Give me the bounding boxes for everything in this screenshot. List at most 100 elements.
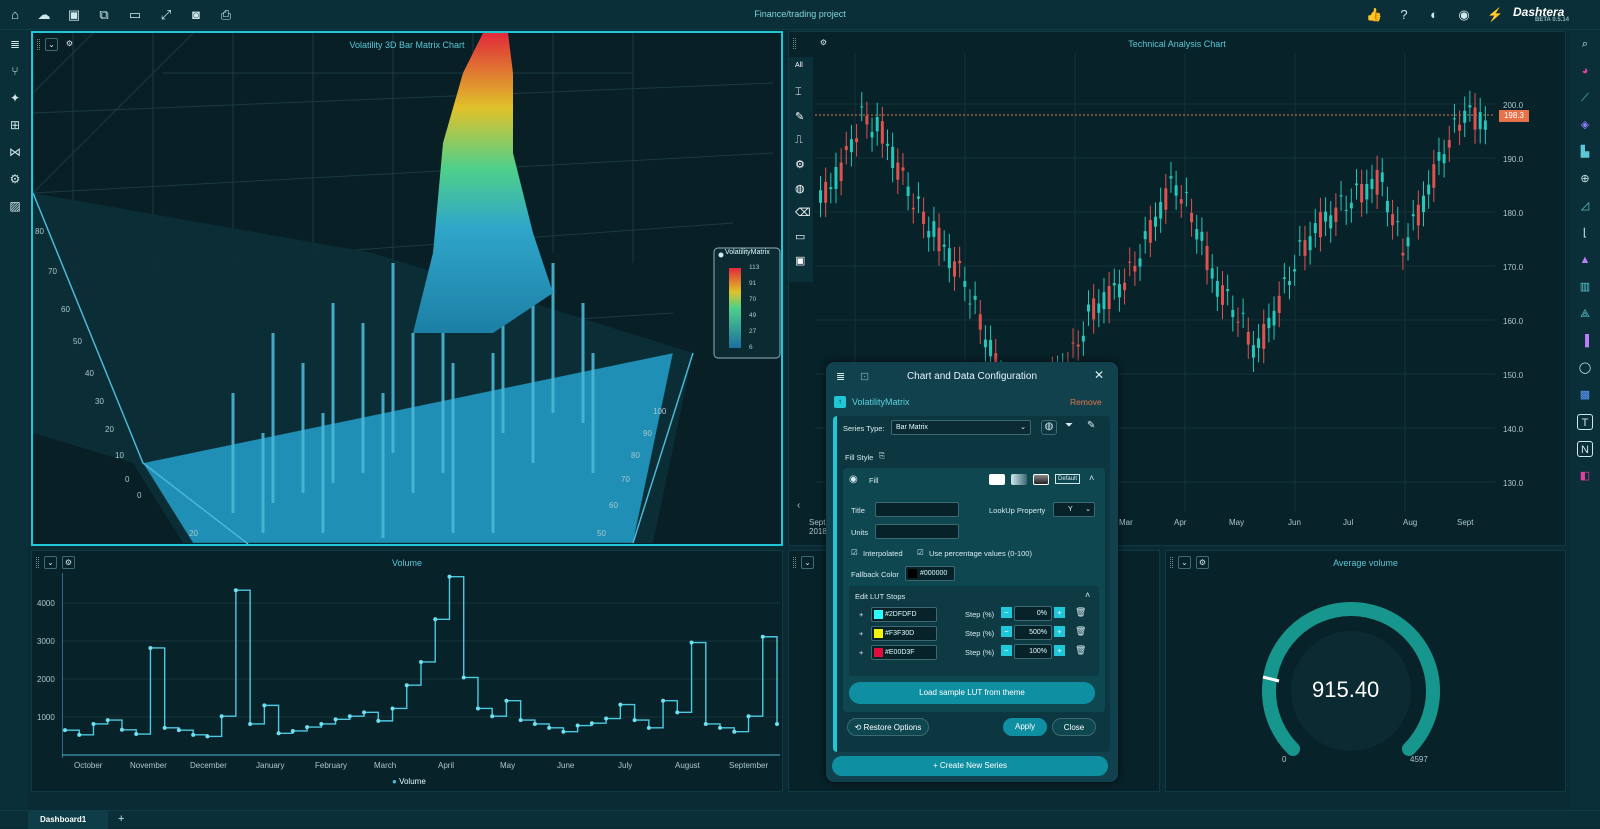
share-icon[interactable]: ⋈: [7, 144, 23, 160]
add-stop-icon[interactable]: +: [859, 610, 863, 619]
grid-globe-icon[interactable]: ⊕: [1577, 171, 1593, 187]
candlestick-tool-icon[interactable]: ⌶: [795, 86, 802, 99]
fill-style-info-icon[interactable]: ⎘: [879, 451, 885, 461]
step-input[interactable]: 100%: [1014, 644, 1052, 659]
trash-icon[interactable]: 🗑: [1075, 645, 1086, 656]
chevron-up-icon[interactable]: ˄: [1085, 590, 1090, 600]
sparkle-icon[interactable]: ✦: [7, 90, 23, 106]
candle: [829, 187, 833, 190]
stop-color-input[interactable]: #2DFDFD: [871, 607, 937, 622]
image-icon[interactable]: ▨: [7, 198, 23, 214]
step-decrement-button[interactable]: −: [1001, 626, 1012, 637]
candle: [1200, 231, 1204, 241]
trash-icon[interactable]: 🗑: [1075, 626, 1086, 637]
axis-chart-icon[interactable]: ⌊: [1577, 225, 1593, 241]
notes-icon[interactable]: N: [1577, 441, 1593, 457]
solid-fill-option[interactable]: [989, 474, 1005, 485]
step-input[interactable]: 500%: [1014, 625, 1052, 640]
help-icon[interactable]: ?: [1396, 7, 1412, 23]
title-input[interactable]: [875, 502, 959, 517]
candle: [932, 221, 936, 237]
step-increment-button[interactable]: +: [1054, 645, 1065, 656]
gallery-icon[interactable]: ◧: [1577, 468, 1593, 484]
stop-color-input[interactable]: #E00D3F: [871, 645, 937, 660]
filter-icon[interactable]: ⏷: [1065, 420, 1073, 431]
settings-icon[interactable]: ⚙: [7, 171, 23, 187]
apply-button[interactable]: Apply: [1003, 718, 1047, 736]
gauge-dial: [1262, 602, 1440, 756]
delete-tool-icon[interactable]: ⌫: [795, 206, 811, 219]
area-chart-icon[interactable]: ◿: [1577, 198, 1593, 214]
edit-icon[interactable]: ✎: [1087, 420, 1095, 431]
step-decrement-button[interactable]: −: [1001, 607, 1012, 618]
collapse-series-icon[interactable]: ↑: [834, 396, 846, 408]
candle: [1447, 140, 1451, 148]
database-icon[interactable]: ≣: [7, 36, 23, 52]
scroll-left-icon[interactable]: ‹: [797, 500, 800, 511]
interpolated-checkbox[interactable]: ☑: [851, 548, 858, 557]
add-stop-icon[interactable]: +: [859, 648, 863, 657]
step-decrement-button[interactable]: −: [1001, 645, 1012, 656]
ohlc-tool-icon[interactable]: ⎍: [795, 134, 803, 147]
create-new-series-button[interactable]: + Create New Series: [832, 756, 1108, 776]
use-percentage-checkbox[interactable]: ☑: [917, 548, 924, 557]
theme-toggle-icon[interactable]: ◐: [1426, 7, 1442, 23]
column-chart-icon[interactable]: ▐: [1577, 333, 1593, 349]
close-icon[interactable]: ✕: [1094, 368, 1104, 382]
lookup-select[interactable]: Y ⌄: [1053, 502, 1095, 517]
candle: [819, 190, 822, 203]
chevron-up-icon[interactable]: ˄: [1089, 473, 1094, 483]
line-chart-icon[interactable]: ⟋: [1577, 90, 1593, 106]
restore-options-button[interactable]: ⟲ Restore Options: [847, 718, 929, 736]
fallback-color-input[interactable]: #000000: [905, 566, 955, 581]
open-tool-icon[interactable]: ▭: [795, 230, 805, 243]
volume-plot[interactable]: [62, 573, 780, 758]
layout-icon[interactable]: ⊞: [7, 117, 23, 133]
close-button[interactable]: Close: [1052, 718, 1096, 736]
series-type-select[interactable]: Bar Matrix ⌄: [891, 420, 1031, 435]
tool-all[interactable]: All: [795, 62, 803, 69]
restore-icon: ⟲: [854, 723, 862, 732]
lut-fill-option[interactable]: [1033, 474, 1049, 485]
panel-menu-button[interactable]: ⌄: [801, 556, 814, 569]
load-sample-lut-button[interactable]: Load sample LUT from theme: [849, 682, 1095, 704]
volume-point: [732, 729, 737, 734]
color-wheel-icon[interactable]: ◕: [1577, 63, 1593, 79]
step-increment-button[interactable]: +: [1054, 607, 1065, 618]
search-icon[interactable]: ⌕: [1577, 36, 1593, 52]
units-input[interactable]: [875, 524, 959, 539]
legend-tick: 91: [749, 280, 757, 287]
polar-chart-icon[interactable]: ⟁: [1577, 306, 1593, 322]
candle: [1143, 231, 1147, 240]
connector-icon[interactable]: ⑂: [7, 63, 23, 79]
mountain-chart-icon[interactable]: ▲: [1577, 252, 1593, 268]
thumbs-up-icon[interactable]: 👍: [1366, 7, 1382, 23]
palette-tool-icon[interactable]: ◍: [795, 182, 805, 195]
remove-series-link[interactable]: Remove: [1070, 397, 1102, 407]
tab-dashboard1[interactable]: Dashboard1: [28, 811, 108, 829]
step-increment-button[interactable]: +: [1054, 626, 1065, 637]
add-stop-icon[interactable]: +: [859, 629, 863, 638]
stop-color-input[interactable]: #F3F30D: [871, 626, 937, 641]
shape-icon[interactable]: ◯: [1577, 360, 1593, 376]
bar-chart-icon[interactable]: ▙: [1577, 144, 1593, 160]
candle: [844, 146, 848, 151]
eye-icon[interactable]: ◉: [849, 474, 858, 485]
palette-icon[interactable]: ◍: [1041, 420, 1057, 435]
layers-icon[interactable]: ◈: [1577, 117, 1593, 133]
default-fill-option[interactable]: Default: [1055, 474, 1081, 484]
trash-icon[interactable]: 🗑: [1075, 607, 1086, 618]
add-tab-button[interactable]: +: [118, 813, 124, 825]
gradient-fill-option[interactable]: [1011, 474, 1027, 485]
user-icon[interactable]: ◉: [1456, 7, 1472, 23]
text-icon[interactable]: T: [1577, 414, 1593, 430]
picture-icon[interactable]: ▩: [1577, 387, 1593, 403]
pen-tool-icon[interactable]: ✎: [795, 110, 804, 123]
step-input[interactable]: 0%: [1014, 606, 1052, 621]
legend-tick: 27: [749, 328, 757, 335]
save-tool-icon[interactable]: ▣: [795, 254, 805, 267]
legend-title: VolatilityMatrix: [725, 249, 770, 256]
3d-chart-icon[interactable]: ▥: [1577, 279, 1593, 295]
candle: [1365, 183, 1369, 200]
settings-tool-icon[interactable]: ⚙: [795, 158, 805, 171]
